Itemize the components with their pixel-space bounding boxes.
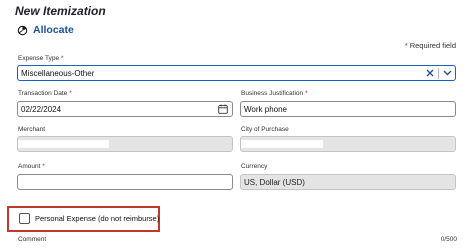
personal-expense-checkbox[interactable]: [19, 213, 30, 224]
personal-expense-label: Personal Expense (do not reimburse): [35, 214, 160, 223]
redacted-area: [241, 140, 323, 148]
clear-button[interactable]: [424, 66, 436, 80]
divider: [438, 67, 439, 79]
expense-type-label: Expense Type *: [18, 55, 64, 62]
required-marker: *: [404, 41, 408, 50]
required-field-note: * Required field: [405, 41, 456, 50]
merchant-label: Merchant: [18, 126, 46, 133]
required-marker: *: [304, 90, 308, 97]
required-marker: *: [42, 163, 45, 170]
calendar-icon[interactable]: [218, 104, 228, 114]
business-justification-value: Work phone: [244, 104, 287, 114]
allocate-icon: [17, 25, 28, 35]
expense-type-value: Miscellaneous-Other: [21, 68, 95, 78]
currency-field: US, Dollar (USD): [240, 174, 456, 190]
comment-char-counter: 0/500: [440, 236, 457, 243]
comment-label: Comment: [18, 236, 47, 243]
expense-type-select[interactable]: Miscellaneous-Other: [17, 65, 456, 81]
transaction-date-field[interactable]: 02/22/2024: [17, 101, 233, 117]
city-of-purchase-field: [240, 136, 456, 152]
amount-field[interactable]: [17, 174, 233, 190]
required-marker: *: [69, 90, 72, 97]
business-justification-field[interactable]: Work phone: [240, 101, 456, 117]
dropdown-toggle-button[interactable]: [441, 66, 453, 80]
page-title: New Itemization: [15, 4, 106, 18]
chevron-down-icon: [443, 70, 451, 76]
currency-label: Currency: [241, 163, 268, 170]
allocate-button[interactable]: Allocate: [17, 24, 74, 36]
transaction-date-label: Transaction Date *: [18, 90, 72, 97]
redacted-area: [18, 140, 109, 148]
merchant-field: [17, 136, 233, 152]
business-justification-label: Business Justification *: [241, 90, 308, 97]
required-note-text: Required field: [409, 41, 456, 50]
city-of-purchase-label: City of Purchase: [241, 126, 289, 133]
allocate-label: Allocate: [33, 24, 74, 36]
currency-value: US, Dollar (USD): [244, 177, 305, 187]
clear-icon: [426, 69, 434, 77]
required-marker: *: [60, 55, 64, 62]
transaction-date-value: 02/22/2024: [21, 104, 62, 114]
amount-label: Amount *: [18, 163, 45, 170]
